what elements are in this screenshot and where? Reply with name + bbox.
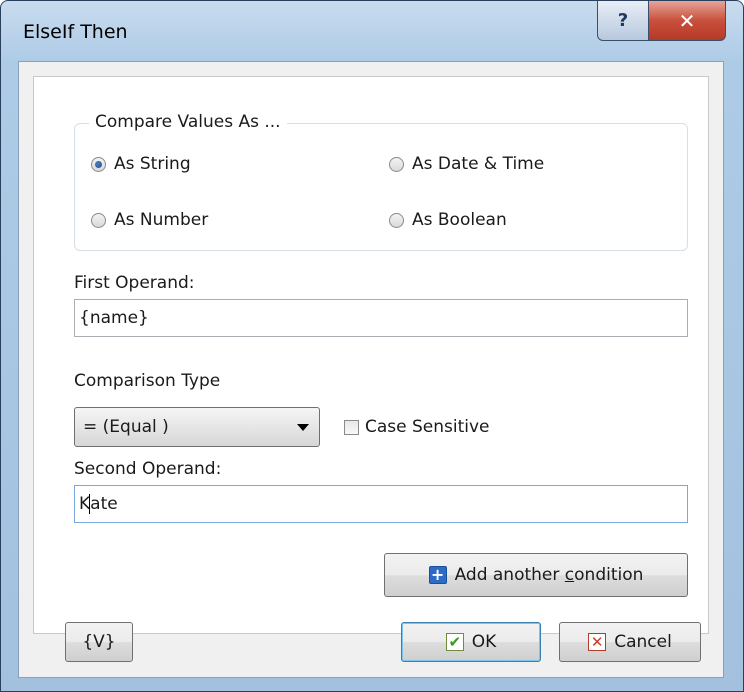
radio-as-string[interactable]: As String <box>91 154 191 174</box>
help-button[interactable]: ? <box>597 1 649 41</box>
radio-unselected-icon <box>389 212 404 228</box>
checkbox-unchecked-icon <box>344 419 359 435</box>
second-operand-value-end: ate <box>90 494 118 514</box>
title-bar[interactable]: ElseIf Then ? ✕ <box>1 1 743 61</box>
chevron-down-icon <box>297 424 309 431</box>
add-condition-label-start: Add another <box>454 565 565 585</box>
condition-panel: Compare Values As ... As String As Date … <box>33 76 709 634</box>
comparison-type-select[interactable]: = (Equal ) <box>74 407 320 447</box>
compare-values-group: Compare Values As ... As String As Date … <box>74 112 688 251</box>
radio-as-number[interactable]: As Number <box>91 210 208 230</box>
cancel-icon: ✕ <box>588 633 607 651</box>
radio-as-boolean[interactable]: As Boolean <box>389 210 507 230</box>
add-condition-accel-key: c <box>564 565 575 585</box>
case-sensitive-checkbox[interactable]: Case Sensitive <box>344 417 490 437</box>
second-operand-value: Kate <box>79 494 118 514</box>
compare-values-legend: Compare Values As ... <box>89 112 287 132</box>
case-sensitive-label: Case Sensitive <box>365 417 490 437</box>
radio-as-number-label: As Number <box>114 210 209 230</box>
add-condition-button[interactable]: + Add another condition <box>384 553 688 597</box>
radio-as-string-label: As String <box>114 154 191 174</box>
add-condition-label: Add another condition <box>455 565 644 585</box>
radio-as-boolean-label: As Boolean <box>412 210 507 230</box>
close-button[interactable]: ✕ <box>648 1 726 41</box>
help-icon: ? <box>617 10 629 31</box>
cancel-label: Cancel <box>614 632 672 652</box>
variables-button[interactable]: {V} <box>65 622 133 662</box>
plus-icon: + <box>428 566 447 584</box>
radio-selected-icon <box>91 156 106 172</box>
add-condition-label-end: ondition <box>574 565 644 585</box>
second-operand-label: Second Operand: <box>74 459 222 479</box>
cancel-button[interactable]: ✕ Cancel <box>559 622 701 662</box>
dialog-client-area: Compare Values As ... As String As Date … <box>18 61 724 678</box>
check-icon: ✔ <box>445 633 464 651</box>
radio-as-date-time-label: As Date & Time <box>412 154 545 174</box>
radio-unselected-icon <box>91 212 106 228</box>
comparison-type-label: Comparison Type <box>74 371 221 391</box>
first-operand-input[interactable]: {name} <box>74 299 688 337</box>
first-operand-value: {name} <box>79 308 149 328</box>
ok-label: OK <box>471 632 497 652</box>
window-title: ElseIf Then <box>23 21 128 43</box>
close-icon: ✕ <box>678 8 696 33</box>
variables-label: {V} <box>82 632 116 652</box>
comparison-type-value: = (Equal ) <box>83 417 169 437</box>
second-operand-input[interactable]: Kate <box>74 485 688 523</box>
ok-button[interactable]: ✔ OK <box>401 622 541 662</box>
radio-as-date-time[interactable]: As Date & Time <box>389 154 544 174</box>
dialog-window: ElseIf Then ? ✕ Compare Values As ... As… <box>0 0 744 692</box>
first-operand-label: First Operand: <box>74 273 195 293</box>
radio-unselected-icon <box>389 156 404 172</box>
